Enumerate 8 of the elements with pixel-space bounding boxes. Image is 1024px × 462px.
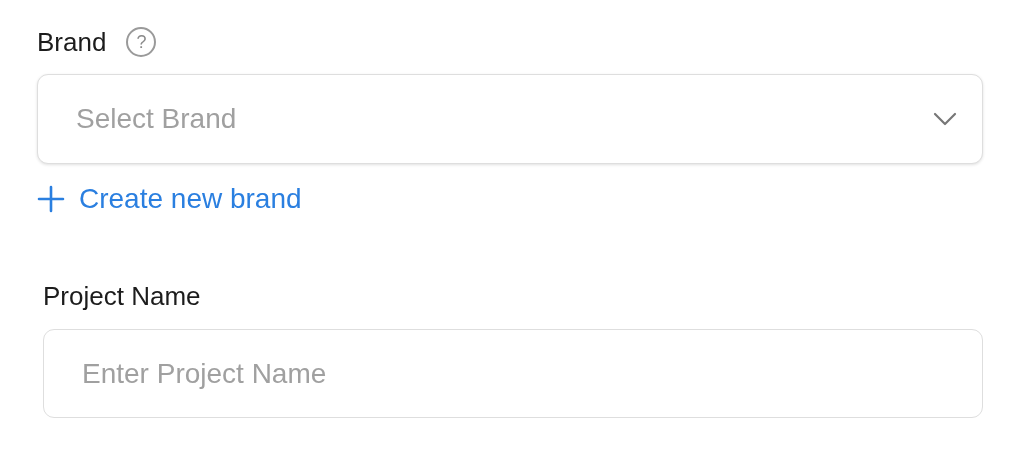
create-brand-link[interactable]: Create new brand <box>79 183 302 215</box>
brand-select[interactable]: Select Brand <box>37 74 983 164</box>
field-label: Project Name <box>43 281 201 311</box>
plus-icon[interactable] <box>37 185 65 213</box>
field-label: Brand <box>37 27 107 57</box>
project-name-field[interactable]: Enter Project Name <box>43 329 983 418</box>
help-icon[interactable]: ? <box>126 27 157 57</box>
chevron-down-icon <box>933 111 957 127</box>
